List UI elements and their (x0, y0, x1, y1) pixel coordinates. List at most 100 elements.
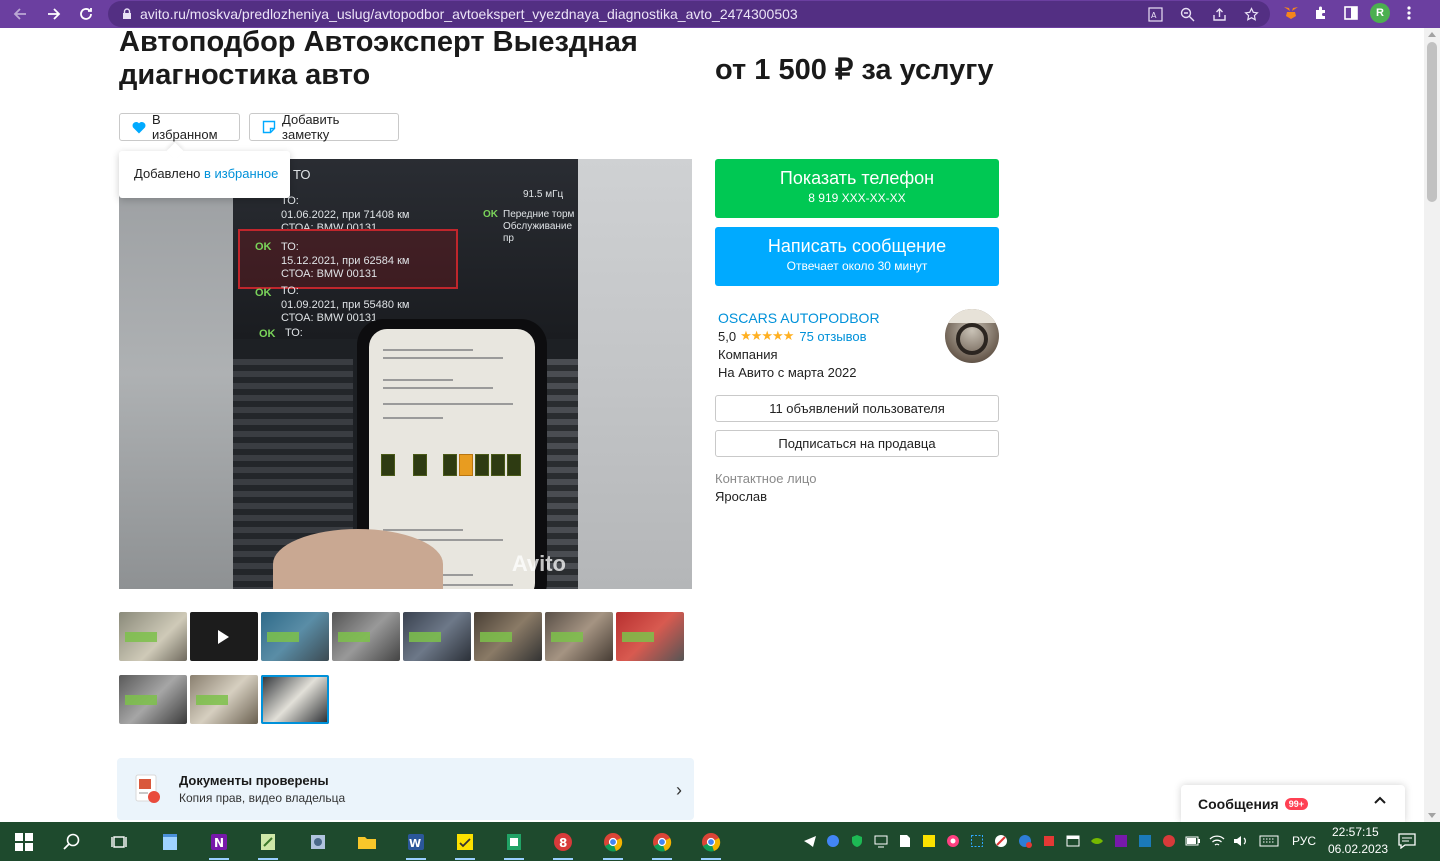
thumbnail[interactable] (403, 612, 471, 661)
address-bar[interactable]: avito.ru/moskva/predlozheniya_uslug/avto… (108, 1, 1270, 27)
tray-icon[interactable] (825, 833, 841, 849)
onenote-tray-icon[interactable] (1113, 833, 1129, 849)
keyboard-icon[interactable] (1258, 833, 1280, 849)
photo-ok: OK (483, 209, 498, 220)
menu-kebab-icon[interactable] (1398, 2, 1420, 24)
write-message-label: Написать сообщение (767, 236, 947, 256)
chrome-icon[interactable] (601, 830, 625, 860)
note-icon (262, 120, 276, 134)
notepad-plus-icon[interactable] (256, 830, 280, 860)
messages-badge: 99+ (1284, 797, 1308, 810)
notes-tray-icon[interactable] (921, 833, 937, 849)
avito-watermark: Avito (511, 551, 566, 576)
photo-text-header: ТО (293, 167, 311, 182)
scroll-down-arrow[interactable] (1428, 813, 1436, 818)
address-url[interactable]: avito.ru/moskva/predlozheniya_uslug/avto… (140, 6, 798, 22)
page-scrollbar[interactable] (1424, 28, 1440, 822)
monitor-tray-icon[interactable] (873, 833, 889, 849)
app-icon[interactable] (306, 830, 330, 854)
spreadsheet-app-icon[interactable] (502, 830, 526, 860)
thumbnail[interactable] (119, 612, 187, 661)
favorite-button[interactable]: В избранном (119, 112, 240, 142)
file-tray-icon[interactable] (897, 833, 913, 849)
listing-title: Автоподбор Автоэксперт Выездная диагност… (119, 28, 638, 91)
thumbnail[interactable] (545, 612, 613, 661)
onenote-app-icon[interactable]: N (207, 830, 231, 860)
seller-name-link[interactable]: OSCARS AUTOPODBOR (718, 310, 880, 326)
fx-tray-icon[interactable] (1137, 833, 1153, 849)
add-note-button[interactable]: Добавить заметку (249, 112, 399, 142)
subscribe-seller-button[interactable]: Подписаться на продавца (715, 430, 999, 457)
shield-tray-icon[interactable] (849, 833, 865, 849)
volume-icon[interactable] (1233, 833, 1249, 849)
thumbnail[interactable] (119, 675, 187, 724)
sticky-notes-icon[interactable] (453, 830, 477, 860)
scroll-thumb[interactable] (1427, 42, 1437, 202)
scroll-up-arrow[interactable] (1428, 32, 1436, 37)
write-message-button[interactable]: Написать сообщение Отвечает около 30 мин… (715, 227, 999, 286)
nvidia-tray-icon[interactable] (1089, 833, 1105, 849)
photo-ok: OK (255, 241, 272, 253)
photo-blur-left (119, 159, 233, 589)
clock-date[interactable]: 06.02.2023 (1328, 842, 1388, 856)
extensions-puzzle-icon[interactable] (1310, 2, 1332, 24)
block-tray-icon[interactable] (993, 833, 1009, 849)
input-language[interactable]: РУС (1292, 834, 1316, 848)
bookmark-star-icon[interactable] (1242, 5, 1260, 23)
seller-avatar[interactable] (945, 309, 999, 363)
thumbnail[interactable] (332, 612, 400, 661)
seller-type: Компания (718, 347, 778, 362)
documents-verified-banner[interactable]: Документы проверены Копия прав, видео вл… (117, 758, 694, 820)
page-content: Автоподбор Автоэксперт Выездная диагност… (0, 28, 1424, 822)
reviews-link[interactable]: 75 отзывов (799, 329, 866, 344)
thumbnail-selected[interactable] (261, 675, 329, 724)
photo-text: Обслуживание пр (503, 221, 573, 244)
chrome-profile-icon[interactable] (650, 830, 674, 860)
wifi-icon[interactable] (1209, 833, 1225, 849)
thumbnail[interactable] (616, 612, 684, 661)
favorites-link[interactable]: в избранное (204, 166, 278, 181)
share-icon[interactable] (1210, 5, 1228, 23)
tooltip-text: Добавлено (134, 166, 205, 181)
zoom-icon[interactable] (1178, 5, 1196, 23)
windows-start-icon[interactable] (12, 830, 36, 854)
contact-label: Контактное лицо (715, 471, 817, 486)
metamask-extension-icon[interactable] (1280, 2, 1302, 24)
screenshot-tray-icon[interactable] (969, 833, 985, 849)
telegram-tray-icon[interactable] (802, 833, 818, 849)
battery-icon[interactable] (1185, 833, 1201, 849)
app-8-icon[interactable]: 8 (551, 830, 575, 860)
translate-icon[interactable]: A (1146, 5, 1164, 23)
tray-badge-icon[interactable] (1017, 833, 1033, 849)
back-button[interactable] (6, 0, 34, 28)
task-view-icon[interactable] (108, 830, 132, 854)
word-app-icon[interactable]: W (404, 830, 428, 860)
thumbnail[interactable] (190, 675, 258, 724)
messages-widget[interactable]: Сообщения 99+ (1181, 785, 1405, 822)
forward-button[interactable] (40, 0, 68, 28)
profile-avatar[interactable]: R (1370, 3, 1390, 23)
video-thumbnail[interactable] (190, 612, 258, 661)
reload-button[interactable] (72, 0, 100, 28)
search-icon[interactable] (60, 830, 84, 854)
photo-blur-right (578, 159, 692, 589)
show-phone-button[interactable]: Показать телефон 8 919 XXX-XX-XX (715, 159, 999, 218)
app-8-tray-icon[interactable] (1161, 833, 1177, 849)
file-explorer-icon[interactable] (355, 830, 379, 854)
window-tray-icon[interactable] (1065, 833, 1081, 849)
notifications-icon[interactable] (1398, 832, 1416, 850)
photo-text: 15.12.2021, при 62584 км (281, 255, 410, 267)
record-tray-icon[interactable] (945, 833, 961, 849)
chrome-profile-2-icon[interactable] (699, 830, 723, 860)
tray-icon[interactable] (1041, 833, 1057, 849)
thumbnail[interactable] (474, 612, 542, 661)
photo-ok: OK (259, 328, 276, 340)
thumbnail[interactable] (261, 612, 329, 661)
user-listings-button[interactable]: 11 объявлений пользователя (715, 395, 999, 422)
notepad-app-icon[interactable] (158, 830, 182, 854)
play-icon (218, 630, 229, 644)
side-panel-icon[interactable] (1340, 2, 1362, 24)
clock-time[interactable]: 22:57:15 (1332, 825, 1379, 839)
chevron-up-icon[interactable] (1373, 793, 1387, 812)
main-photo-gallery[interactable]: ТО ТО: 01.06.2022, при 71408 км СТОА: BM… (119, 159, 692, 589)
